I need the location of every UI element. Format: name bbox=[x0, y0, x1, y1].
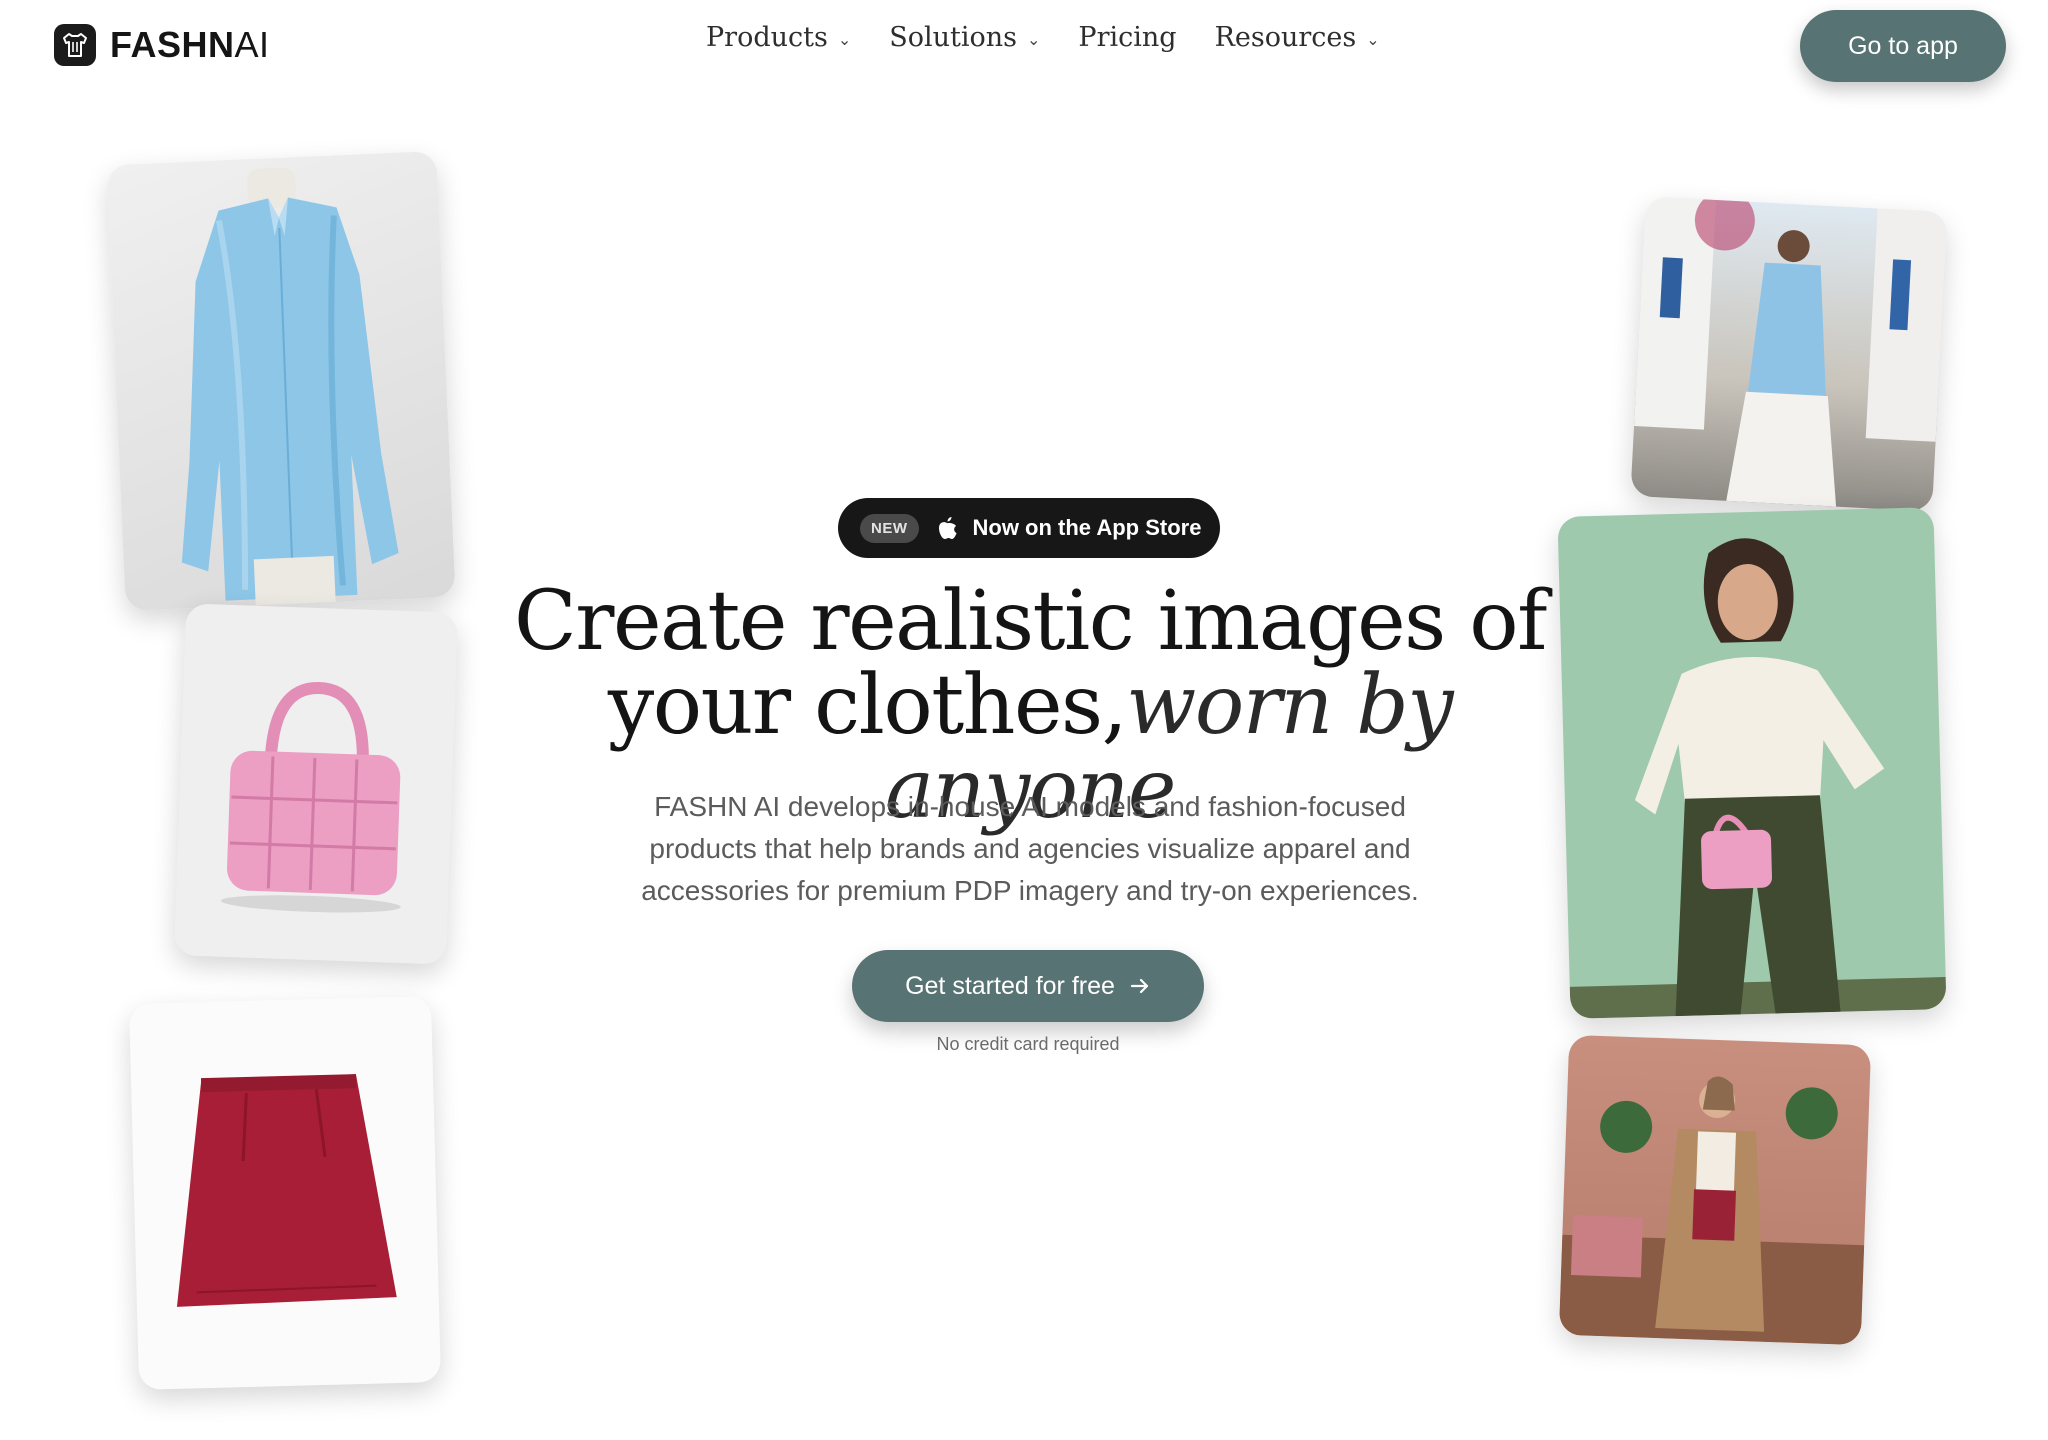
app-store-badge-text: Now on the App Store bbox=[972, 515, 1202, 540]
apple-icon bbox=[938, 517, 956, 539]
model-photo-green-studio bbox=[1557, 507, 1947, 1019]
app-store-badge[interactable]: NEW Now on the App Store bbox=[838, 498, 1220, 558]
arrow-right-icon bbox=[1130, 978, 1149, 994]
brand-logo[interactable]: FASHNAI bbox=[54, 24, 270, 66]
nav-products-label: Products bbox=[706, 22, 828, 53]
headline-line-2: your clothes, bbox=[607, 658, 1128, 753]
nav-resources-label: Resources bbox=[1214, 22, 1357, 53]
model-green-image bbox=[1569, 538, 1947, 1019]
model-cafe-image bbox=[1558, 1076, 1865, 1346]
chevron-down-icon: ⌄ bbox=[837, 30, 852, 49]
go-to-app-button[interactable]: Go to app bbox=[1800, 10, 2006, 82]
pink-bag-image bbox=[220, 682, 401, 913]
chevron-down-icon: ⌄ bbox=[1366, 30, 1380, 49]
nav-solutions-label: Solutions bbox=[889, 22, 1018, 53]
product-card-pink-bag bbox=[173, 603, 459, 965]
headline-line-1: Create realistic images of bbox=[514, 574, 1547, 669]
nav-pricing-label: Pricing bbox=[1078, 22, 1177, 53]
no-credit-card-note: No credit card required bbox=[936, 1034, 1120, 1054]
nav-products[interactable]: Products ⌄ bbox=[706, 22, 851, 53]
shirt-logo-icon bbox=[54, 24, 96, 66]
model-photo-greece bbox=[1630, 196, 1948, 512]
main-nav: Products ⌄ Solutions ⌄ Pricing Resources… bbox=[706, 22, 1380, 53]
brand-name: FASHNAI bbox=[110, 24, 270, 66]
brand-name-bold: FASHN bbox=[110, 24, 235, 65]
get-started-button[interactable]: Get started for free bbox=[852, 950, 1204, 1022]
nav-solutions[interactable]: Solutions ⌄ bbox=[889, 22, 1040, 53]
nav-pricing[interactable]: Pricing bbox=[1078, 22, 1176, 53]
model-greece-image bbox=[1634, 196, 1948, 507]
brand-name-light: AI bbox=[234, 24, 270, 65]
product-card-blue-shirt bbox=[106, 151, 456, 611]
hero-subtitle: FASHN AI develops in-house AI models and… bbox=[641, 791, 1419, 906]
new-tag: NEW bbox=[860, 513, 919, 543]
model-photo-cafe bbox=[1558, 1034, 1872, 1346]
nav-resources[interactable]: Resources ⌄ bbox=[1215, 22, 1380, 53]
blue-shirt-image bbox=[181, 167, 399, 606]
red-skirt-image bbox=[176, 1074, 397, 1307]
get-started-label: Get started for free bbox=[905, 971, 1115, 1000]
chevron-down-icon: ⌄ bbox=[1027, 30, 1041, 49]
product-card-red-skirt bbox=[128, 996, 442, 1390]
